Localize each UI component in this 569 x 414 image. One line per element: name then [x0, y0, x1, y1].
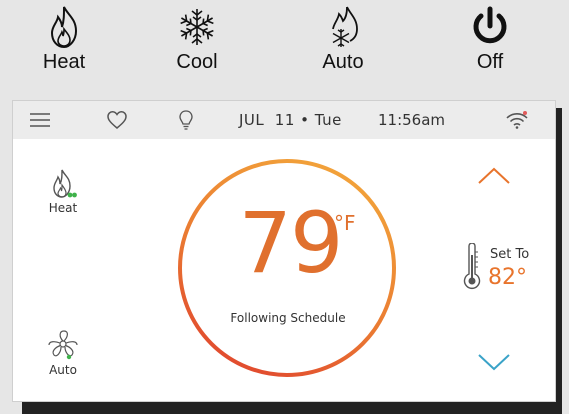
lightbulb-icon — [179, 110, 193, 130]
wifi-icon — [506, 111, 528, 129]
flame-snowflake-icon — [325, 4, 361, 50]
chevron-down-icon — [478, 354, 510, 371]
power-icon — [470, 4, 510, 50]
status-bar: JUL 11 • Tue 11:56am — [13, 101, 555, 139]
system-mode-button[interactable]: Heat — [33, 169, 93, 215]
fan-mode-label: Auto — [49, 363, 77, 377]
thermometer-icon — [463, 243, 481, 290]
date-display: JUL 11 • Tue — [239, 111, 342, 129]
set-to-value: 82° — [488, 265, 527, 290]
schedule-status: Following Schedule — [230, 311, 346, 325]
set-to-label: Set To — [490, 247, 530, 262]
increase-temp-button[interactable] — [476, 165, 512, 191]
flame-icon — [53, 169, 77, 198]
thermostat-modes-page: Heat Cool Auto Off JUL 11 • Tue 11:56am … — [0, 0, 569, 414]
wifi-status[interactable] — [505, 101, 529, 139]
menu-button[interactable] — [29, 101, 51, 139]
mode-cool-label: Cool — [176, 51, 218, 73]
mode-heat: Heat — [19, 4, 109, 72]
thermostat-screen: JUL 11 • Tue 11:56am Heat Auto 79 °F Fol… — [12, 100, 556, 402]
mode-auto-label: Auto — [322, 51, 364, 73]
mode-off-label: Off — [476, 51, 504, 73]
heart-icon — [107, 111, 127, 129]
light-button[interactable] — [178, 101, 194, 139]
snowflake-icon — [177, 4, 217, 50]
fan-icon — [48, 330, 78, 360]
favorites-button[interactable] — [106, 101, 128, 139]
mode-heat-label: Heat — [42, 51, 86, 73]
mode-cool: Cool — [152, 4, 242, 72]
hamburger-icon — [30, 113, 50, 127]
system-mode-label: Heat — [48, 201, 78, 215]
chevron-up-icon — [478, 167, 510, 184]
mode-off: Off — [445, 4, 535, 72]
flame-icon — [46, 4, 82, 50]
current-temperature: 79 — [238, 194, 344, 292]
temperature-unit: °F — [334, 211, 356, 235]
decrease-temp-button[interactable] — [476, 351, 512, 377]
fan-mode-button[interactable]: Auto — [33, 329, 93, 377]
mode-auto: Auto — [298, 4, 388, 72]
time-display: 11:56am — [378, 111, 446, 129]
